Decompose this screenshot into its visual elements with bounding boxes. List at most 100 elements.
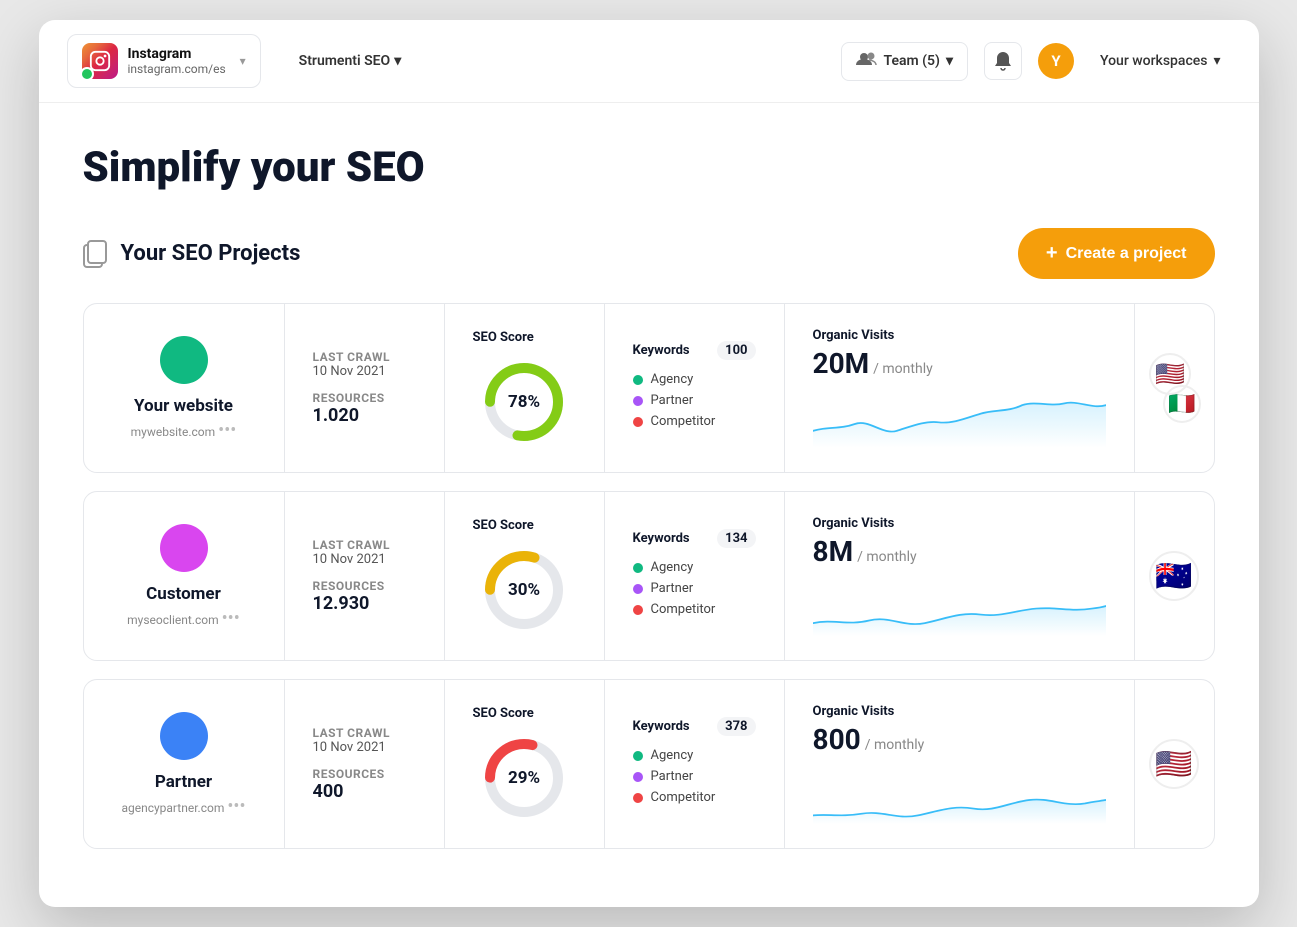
keyword-name: Agency xyxy=(651,748,694,763)
keyword-dot xyxy=(633,605,643,615)
team-button[interactable]: Team (5) ▾ xyxy=(841,42,968,81)
resources-label: Resources xyxy=(313,767,416,781)
card-menu-button[interactable]: ••• xyxy=(218,420,236,441)
keyword-dot xyxy=(633,396,643,406)
last-crawl-label: Last Crawl xyxy=(313,350,416,364)
seo-donut: 30% xyxy=(479,545,569,635)
workspace-button[interactable]: Your workspaces ▾ xyxy=(1090,47,1231,75)
keywords-header: Keywords 378 xyxy=(633,717,756,736)
card-seo-section: SEO Score 29% xyxy=(444,680,604,848)
notifications-button[interactable] xyxy=(984,42,1022,80)
last-crawl-date: 10 Nov 2021 xyxy=(313,364,416,379)
keyword-name: Partner xyxy=(651,581,694,596)
nav-item-label: Strumenti SEO xyxy=(299,53,391,69)
nav-item-strumenti-seo[interactable]: Strumenti SEO ▾ xyxy=(285,45,416,77)
keywords-title: Keywords xyxy=(633,343,690,358)
sparkline-chart xyxy=(813,388,1106,448)
organic-value: 800 xyxy=(813,723,861,756)
keyword-dot xyxy=(633,417,643,427)
last-crawl-date: 10 Nov 2021 xyxy=(313,552,416,567)
header: Instagram instagram.com/es ▾ Strumenti S… xyxy=(39,20,1259,103)
card-crawl-section: Last Crawl 10 Nov 2021 Resources 1.020 xyxy=(284,304,444,472)
card-menu-button[interactable]: ••• xyxy=(222,608,240,629)
keyword-item: Agency xyxy=(633,372,756,387)
app-window: Instagram instagram.com/es ▾ Strumenti S… xyxy=(39,20,1259,907)
team-icon xyxy=(856,51,878,72)
keyword-item: Partner xyxy=(633,393,756,408)
project-card: Customer myseoclient.com ••• Last Crawl … xyxy=(83,491,1215,661)
projects-header: Your SEO Projects + Create a project xyxy=(83,228,1215,279)
seo-score-label: SEO Score xyxy=(473,330,534,345)
seo-score-label: SEO Score xyxy=(473,706,534,721)
copy-icon xyxy=(83,240,109,268)
keyword-dot xyxy=(633,563,643,573)
keywords-header: Keywords 134 xyxy=(633,529,756,548)
keyword-dot xyxy=(633,584,643,594)
user-avatar[interactable]: Y xyxy=(1038,43,1074,79)
keyword-name: Agency xyxy=(651,560,694,575)
keyword-name: Partner xyxy=(651,393,694,408)
site-dot xyxy=(160,336,208,384)
keyword-dot xyxy=(633,772,643,782)
seo-pct-text: 30% xyxy=(508,580,540,600)
create-btn-label: Create a project xyxy=(1066,245,1187,263)
page-title: Simplify your SEO xyxy=(83,143,1215,192)
project-domain: myseoclient.com ••• xyxy=(127,608,240,629)
resources-label: Resources xyxy=(313,391,416,405)
card-organic-section: Organic Visits 20M / monthly xyxy=(784,304,1134,472)
card-organic-section: Organic Visits 8M / monthly xyxy=(784,492,1134,660)
card-seo-section: SEO Score 78% xyxy=(444,304,604,472)
site-dot xyxy=(160,524,208,572)
project-card: Partner agencypartner.com ••• Last Crawl… xyxy=(83,679,1215,849)
organic-unit: / monthly xyxy=(857,549,917,565)
keywords-title: Keywords xyxy=(633,531,690,546)
project-domain: mywebsite.com ••• xyxy=(131,420,237,441)
nav-menu: Strumenti SEO ▾ xyxy=(285,45,416,77)
sparkline-chart xyxy=(813,764,1106,824)
organic-unit: / monthly xyxy=(865,737,925,753)
last-crawl-date: 10 Nov 2021 xyxy=(313,740,416,755)
card-site-section: Partner agencypartner.com ••• xyxy=(84,680,284,848)
keyword-item: Competitor xyxy=(633,414,756,429)
last-crawl-label: Last Crawl xyxy=(313,538,416,552)
sparkline-chart xyxy=(813,576,1106,636)
card-crawl-section: Last Crawl 10 Nov 2021 Resources 12.930 xyxy=(284,492,444,660)
keyword-item: Competitor xyxy=(633,602,756,617)
keyword-name: Competitor xyxy=(651,790,716,805)
team-chevron-icon: ▾ xyxy=(946,53,953,69)
card-site-section: Your website mywebsite.com ••• xyxy=(84,304,284,472)
keyword-dot xyxy=(633,751,643,761)
seo-donut: 78% xyxy=(479,357,569,447)
projects-title: Your SEO Projects xyxy=(83,240,301,268)
keywords-title: Keywords xyxy=(633,719,690,734)
organic-label: Organic Visits xyxy=(813,516,1106,531)
keyword-item: Partner xyxy=(633,769,756,784)
organic-label: Organic Visits xyxy=(813,704,1106,719)
organic-value: 20M xyxy=(813,347,870,380)
keyword-name: Partner xyxy=(651,769,694,784)
organic-label: Organic Visits xyxy=(813,328,1106,343)
projects-section-title: Your SEO Projects xyxy=(121,241,301,266)
card-organic-section: Organic Visits 800 / monthly xyxy=(784,680,1134,848)
keyword-item: Partner xyxy=(633,581,756,596)
resources-value: 12.930 xyxy=(313,593,416,614)
nav-chevron-icon: ▾ xyxy=(394,53,401,69)
card-flags-section: 🇦🇺 xyxy=(1134,492,1214,660)
seo-pct-text: 78% xyxy=(508,392,540,412)
site-url: instagram.com/es xyxy=(128,62,226,76)
organic-value: 8M xyxy=(813,535,854,568)
card-menu-button[interactable]: ••• xyxy=(227,796,245,817)
card-keywords-section: Keywords 134 Agency Partner Competitor xyxy=(604,492,784,660)
seo-donut: 29% xyxy=(479,733,569,823)
keyword-dot xyxy=(633,793,643,803)
seo-pct-text: 29% xyxy=(508,768,540,788)
site-logo-icon xyxy=(82,43,118,79)
card-flags-section: 🇺🇸 🇮🇹 xyxy=(1134,304,1214,472)
keyword-dot xyxy=(633,375,643,385)
team-label: Team (5) xyxy=(884,53,940,69)
site-info: Instagram instagram.com/es xyxy=(128,46,226,76)
keywords-count: 378 xyxy=(717,717,755,736)
create-project-button[interactable]: + Create a project xyxy=(1018,228,1215,279)
site-selector[interactable]: Instagram instagram.com/es ▾ xyxy=(67,34,261,88)
workspace-chevron-icon: ▾ xyxy=(1213,53,1220,69)
